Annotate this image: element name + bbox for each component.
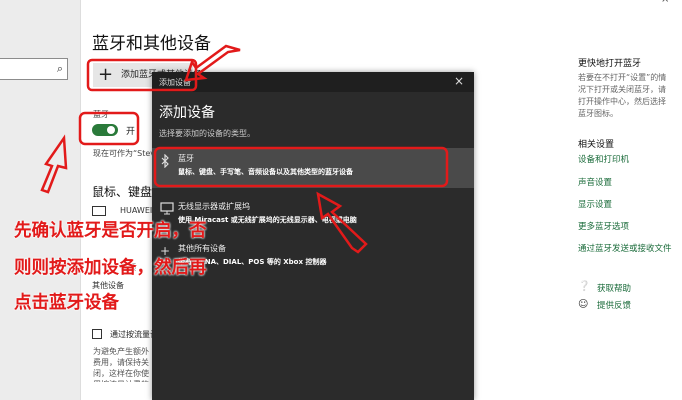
annotation-line: 则则按添加设备，然后再 <box>14 258 207 278</box>
highlight-add-button <box>86 58 198 92</box>
annotation-line: 点击蓝牙设备 <box>14 293 119 313</box>
highlight-toggle <box>78 111 140 146</box>
annotation-line: 先确认蓝牙是否开启，否 <box>14 221 207 241</box>
arrow-to-toggle <box>40 134 68 194</box>
arrow-to-bluetooth-option <box>316 191 368 254</box>
highlight-bluetooth-option <box>153 146 449 188</box>
annotation-overlay <box>40 44 449 254</box>
arrow-to-add-button <box>184 44 241 82</box>
